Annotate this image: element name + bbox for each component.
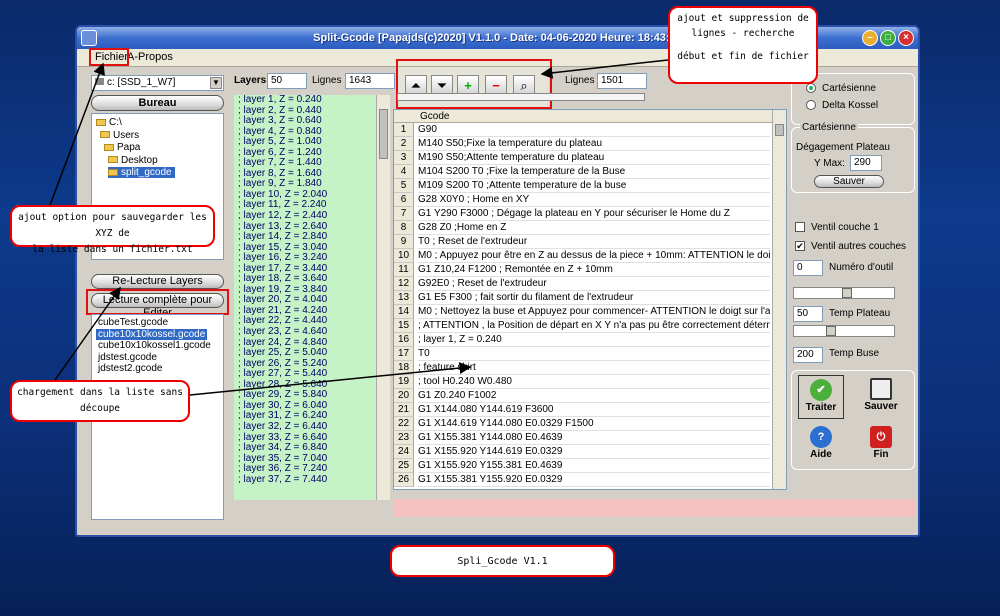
arrow-list [189, 362, 472, 396]
annotation-arrows [49, 59, 669, 396]
arrow-toolbar [540, 59, 669, 79]
arrow-lecture [54, 286, 121, 381]
arrow-fichier [49, 62, 105, 206]
